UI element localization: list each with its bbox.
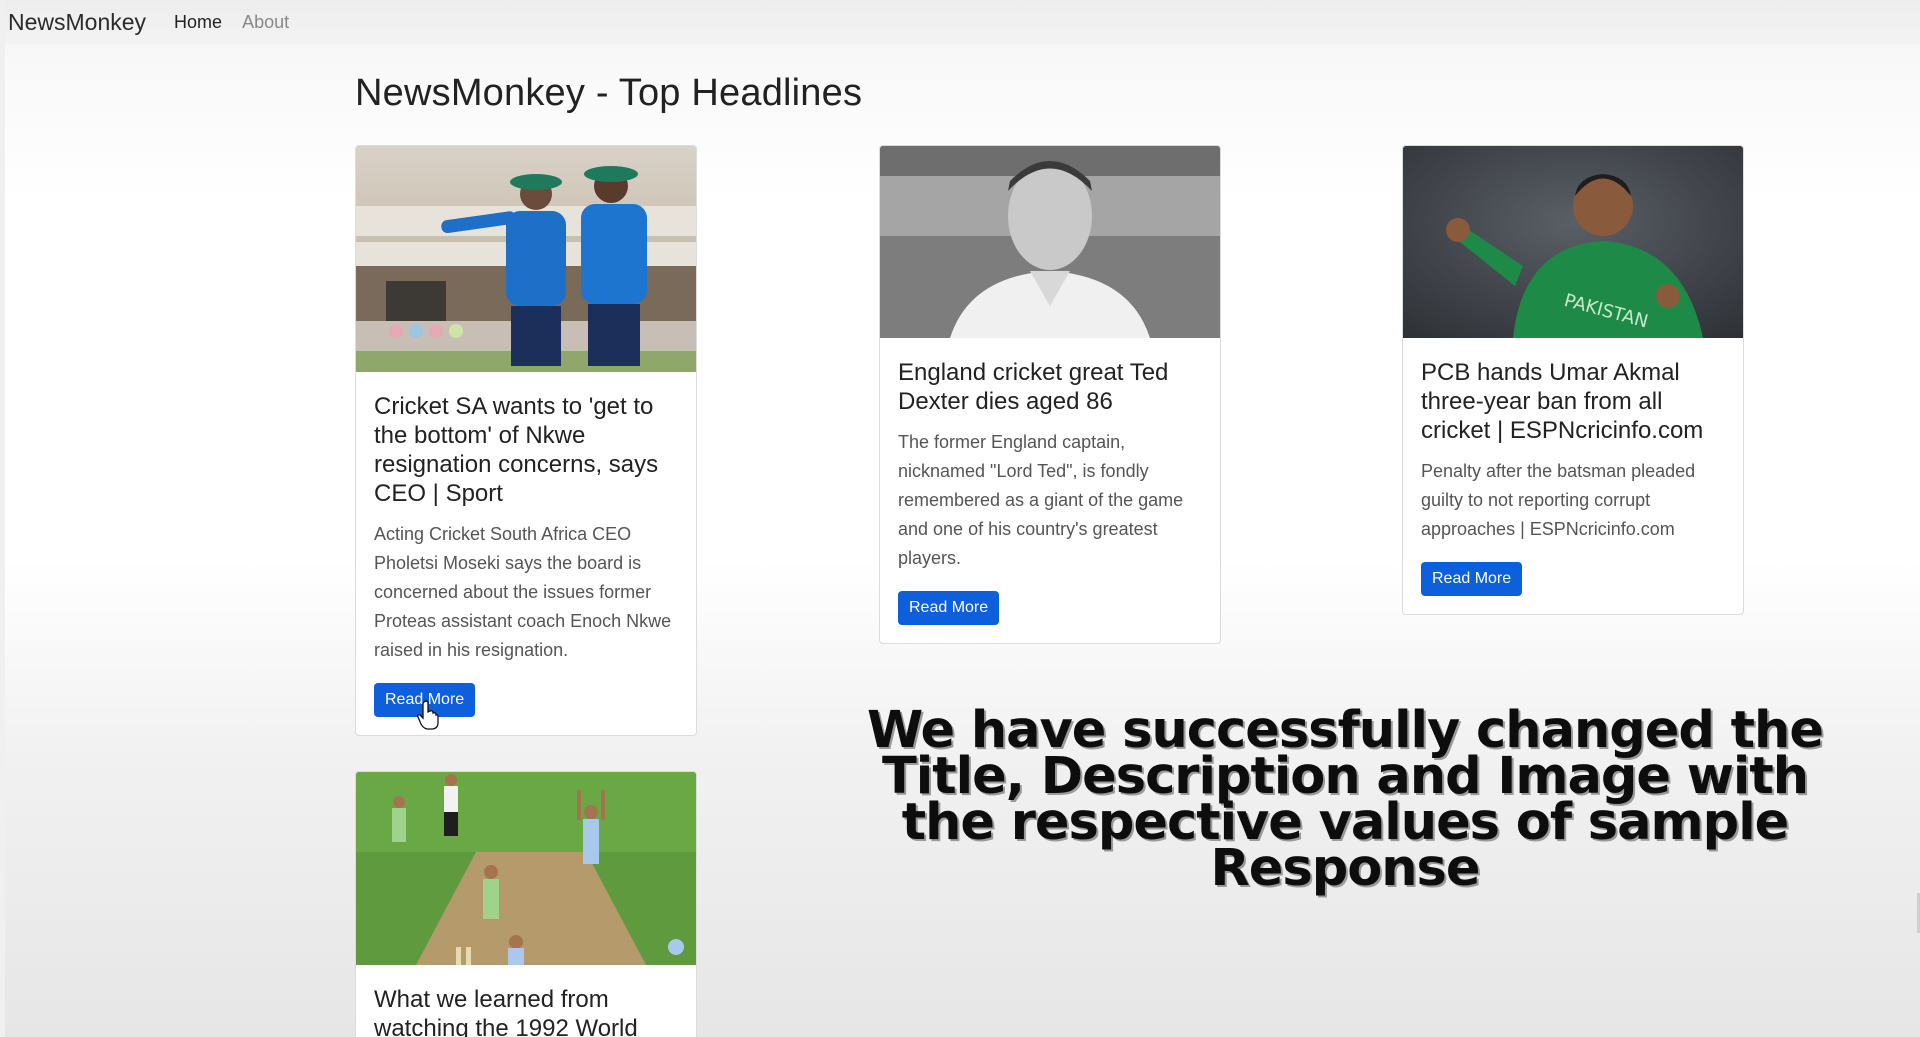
news-title: England cricket great Ted Dexter dies ag… xyxy=(898,359,1169,415)
news-description: The former England captain, nicknamed "L… xyxy=(898,432,1184,568)
hand-cursor-icon xyxy=(417,700,439,730)
navbar: NewsMonkey Home About xyxy=(5,0,1920,44)
news-card-body: England cricket great Ted Dexter dies ag… xyxy=(880,338,1220,643)
navbar-brand[interactable]: NewsMonkey xyxy=(8,9,146,36)
news-card: What we learned from watching the 1992 W… xyxy=(355,771,697,1037)
news-card: England cricket great Ted Dexter dies ag… xyxy=(879,145,1221,644)
news-description: Acting Cricket South Africa CEO Pholetsi… xyxy=(374,524,672,660)
news-title: PCB hands Umar Akmal three-year ban from… xyxy=(1421,359,1704,444)
news-description: Penalty after the batsman pleaded guilty… xyxy=(1421,461,1696,539)
read-more-button[interactable]: Read More xyxy=(898,591,1000,625)
news-title: Cricket SA wants to 'get to the bottom' … xyxy=(374,393,659,507)
page-title: NewsMonkey - Top Headlines xyxy=(355,72,863,114)
nav-link-about[interactable]: About xyxy=(242,12,289,33)
news-image xyxy=(880,146,1220,338)
browser-viewport: NewsMonkey Home About NewsMonkey - Top H… xyxy=(0,0,1920,1037)
overlay-caption: We have successfully changed the Title, … xyxy=(867,701,1824,898)
read-more-button[interactable]: Read More xyxy=(1421,562,1523,596)
news-card-body: Cricket SA wants to 'get to the bottom' … xyxy=(356,372,696,735)
news-card-body: PCB hands Umar Akmal three-year ban from… xyxy=(1403,338,1743,614)
news-image: PAKISTAN xyxy=(1403,146,1743,338)
news-title: What we learned from watching the 1992 W… xyxy=(374,986,638,1037)
nav-link-home[interactable]: Home xyxy=(174,12,222,33)
news-card: PAKISTAN PCB hands Umar Akmal three-year… xyxy=(1402,145,1744,615)
news-card-body: What we learned from watching the 1992 W… xyxy=(356,965,696,1037)
news-card: Cricket SA wants to 'get to the bottom' … xyxy=(355,145,697,736)
left-edge xyxy=(0,0,5,1037)
news-image xyxy=(356,146,696,372)
news-image xyxy=(356,772,696,965)
